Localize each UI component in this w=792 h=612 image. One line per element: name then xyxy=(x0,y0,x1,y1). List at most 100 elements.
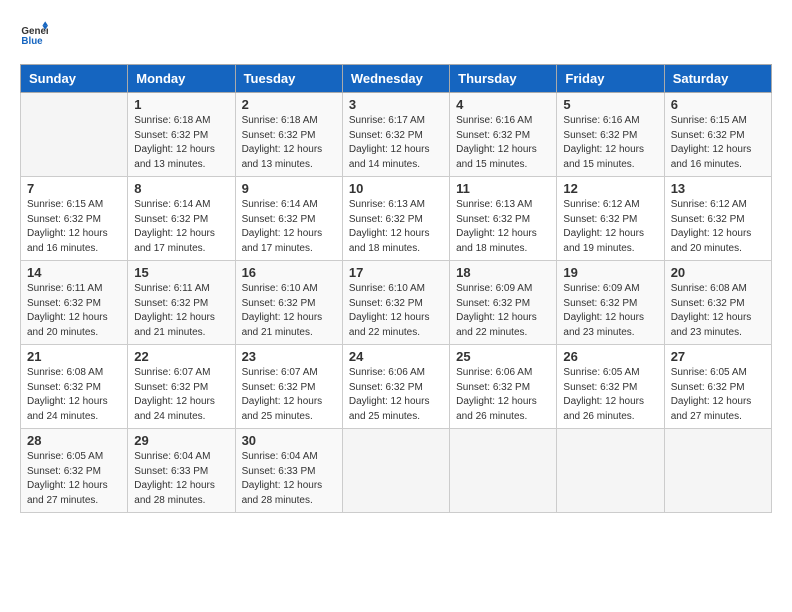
calendar-cell: 14 Sunrise: 6:11 AM Sunset: 6:32 PM Dayli… xyxy=(21,261,128,345)
svg-text:Blue: Blue xyxy=(21,36,43,47)
calendar-cell: 25Sunrise: 6:06 AM Sunset: 6:32 PM Dayli… xyxy=(450,345,557,429)
calendar-cell xyxy=(664,429,771,513)
day-number: 6 xyxy=(671,97,765,112)
day-number: 17 xyxy=(349,265,443,280)
day-number: 22 xyxy=(134,349,228,364)
day-info: Sunrise: 6:13 AM Sunset: 6:32 PM Dayligh… xyxy=(456,198,550,256)
day-number: 11 xyxy=(456,181,550,196)
day-info: Sunrise: 6:07 AM Sunset: 6:32 PM Dayligh… xyxy=(134,366,228,424)
day-number: 29 xyxy=(134,433,228,448)
day-info: Sunrise: 6:17 AM Sunset: 6:32 PM Dayligh… xyxy=(349,114,443,172)
day-number: 25 xyxy=(456,349,550,364)
day-info: Sunrise: 6:18 AM Sunset: 6:32 PM Dayligh… xyxy=(134,114,228,172)
col-header-friday: Friday xyxy=(557,65,664,93)
day-number: 16 xyxy=(242,265,336,280)
day-number: 19 xyxy=(563,265,657,280)
day-number: 18 xyxy=(456,265,550,280)
day-number: 24 xyxy=(349,349,443,364)
week-row-3: 14 Sunrise: 6:11 AM Sunset: 6:32 PM Dayli… xyxy=(21,261,772,345)
week-row-2: 7 Sunrise: 6:15 AM Sunset: 6:32 PM Daylig… xyxy=(21,177,772,261)
day-number: 30 xyxy=(242,433,336,448)
day-number: 1 xyxy=(134,97,228,112)
calendar-cell: 3 Sunrise: 6:17 AM Sunset: 6:32 PM Daylig… xyxy=(342,93,449,177)
col-header-tuesday: Tuesday xyxy=(235,65,342,93)
day-info: Sunrise: 6:12 AM Sunset: 6:32 PM Dayligh… xyxy=(671,198,765,256)
col-header-thursday: Thursday xyxy=(450,65,557,93)
day-number: 10 xyxy=(349,181,443,196)
day-info: Sunrise: 6:16 AM Sunset: 6:32 PM Dayligh… xyxy=(456,114,550,172)
day-info: Sunrise: 6:11 AM Sunset: 6:32 PM Dayligh… xyxy=(134,282,228,340)
page-header: General Blue xyxy=(20,20,772,48)
day-number: 8 xyxy=(134,181,228,196)
day-info: Sunrise: 6:09 AM Sunset: 6:32 PM Dayligh… xyxy=(563,282,657,340)
day-number: 9 xyxy=(242,181,336,196)
calendar-cell: 1 Sunrise: 6:18 AM Sunset: 6:32 PM Daylig… xyxy=(128,93,235,177)
day-info: Sunrise: 6:14 AM Sunset: 6:32 PM Dayligh… xyxy=(134,198,228,256)
logo: General Blue xyxy=(20,20,52,48)
calendar-cell: 28 Sunrise: 6:05 AM Sunset: 6:32 PM Dayli… xyxy=(21,429,128,513)
day-number: 7 xyxy=(27,181,121,196)
calendar-table: SundayMondayTuesdayWednesdayThursdayFrid… xyxy=(20,64,772,513)
day-number: 21 xyxy=(27,349,121,364)
calendar-cell: 27Sunrise: 6:05 AM Sunset: 6:32 PM Dayli… xyxy=(664,345,771,429)
day-info: Sunrise: 6:06 AM Sunset: 6:32 PM Dayligh… xyxy=(349,366,443,424)
header-row: SundayMondayTuesdayWednesdayThursdayFrid… xyxy=(21,65,772,93)
day-info: Sunrise: 6:10 AM Sunset: 6:32 PM Dayligh… xyxy=(242,282,336,340)
day-number: 2 xyxy=(242,97,336,112)
day-number: 4 xyxy=(456,97,550,112)
day-info: Sunrise: 6:04 AM Sunset: 6:33 PM Dayligh… xyxy=(134,450,228,508)
day-info: Sunrise: 6:14 AM Sunset: 6:32 PM Dayligh… xyxy=(242,198,336,256)
calendar-cell: 19 Sunrise: 6:09 AM Sunset: 6:32 PM Dayli… xyxy=(557,261,664,345)
logo-icon: General Blue xyxy=(20,20,48,48)
calendar-cell: 21 Sunrise: 6:08 AM Sunset: 6:32 PM Dayli… xyxy=(21,345,128,429)
day-number: 15 xyxy=(134,265,228,280)
day-number: 28 xyxy=(27,433,121,448)
calendar-cell: 2Sunrise: 6:18 AM Sunset: 6:32 PM Daylig… xyxy=(235,93,342,177)
day-number: 3 xyxy=(349,97,443,112)
day-number: 23 xyxy=(242,349,336,364)
calendar-cell xyxy=(21,93,128,177)
day-info: Sunrise: 6:13 AM Sunset: 6:32 PM Dayligh… xyxy=(349,198,443,256)
day-info: Sunrise: 6:05 AM Sunset: 6:32 PM Dayligh… xyxy=(563,366,657,424)
calendar-cell: 7 Sunrise: 6:15 AM Sunset: 6:32 PM Daylig… xyxy=(21,177,128,261)
calendar-cell: 24 Sunrise: 6:06 AM Sunset: 6:32 PM Dayli… xyxy=(342,345,449,429)
day-number: 27 xyxy=(671,349,765,364)
col-header-sunday: Sunday xyxy=(21,65,128,93)
day-number: 12 xyxy=(563,181,657,196)
day-info: Sunrise: 6:15 AM Sunset: 6:32 PM Dayligh… xyxy=(27,198,121,256)
calendar-cell: 23 Sunrise: 6:07 AM Sunset: 6:32 PM Dayli… xyxy=(235,345,342,429)
day-number: 5 xyxy=(563,97,657,112)
day-info: Sunrise: 6:07 AM Sunset: 6:32 PM Dayligh… xyxy=(242,366,336,424)
day-info: Sunrise: 6:09 AM Sunset: 6:32 PM Dayligh… xyxy=(456,282,550,340)
calendar-cell: 6 Sunrise: 6:15 AM Sunset: 6:32 PM Daylig… xyxy=(664,93,771,177)
calendar-cell: 29 Sunrise: 6:04 AM Sunset: 6:33 PM Dayli… xyxy=(128,429,235,513)
calendar-cell: 20Sunrise: 6:08 AM Sunset: 6:32 PM Dayli… xyxy=(664,261,771,345)
calendar-cell xyxy=(342,429,449,513)
col-header-wednesday: Wednesday xyxy=(342,65,449,93)
day-number: 14 xyxy=(27,265,121,280)
calendar-cell: 17 Sunrise: 6:10 AM Sunset: 6:32 PM Dayli… xyxy=(342,261,449,345)
day-info: Sunrise: 6:16 AM Sunset: 6:32 PM Dayligh… xyxy=(563,114,657,172)
day-info: Sunrise: 6:05 AM Sunset: 6:32 PM Dayligh… xyxy=(27,450,121,508)
calendar-cell: 5 Sunrise: 6:16 AM Sunset: 6:32 PM Daylig… xyxy=(557,93,664,177)
calendar-cell: 8 Sunrise: 6:14 AM Sunset: 6:32 PM Daylig… xyxy=(128,177,235,261)
col-header-saturday: Saturday xyxy=(664,65,771,93)
calendar-cell: 11 Sunrise: 6:13 AM Sunset: 6:32 PM Dayli… xyxy=(450,177,557,261)
calendar-cell xyxy=(450,429,557,513)
calendar-cell: 12 Sunrise: 6:12 AM Sunset: 6:32 PM Dayli… xyxy=(557,177,664,261)
calendar-cell: 30Sunrise: 6:04 AM Sunset: 6:33 PM Dayli… xyxy=(235,429,342,513)
day-info: Sunrise: 6:11 AM Sunset: 6:32 PM Dayligh… xyxy=(27,282,121,340)
day-info: Sunrise: 6:15 AM Sunset: 6:32 PM Dayligh… xyxy=(671,114,765,172)
day-info: Sunrise: 6:12 AM Sunset: 6:32 PM Dayligh… xyxy=(563,198,657,256)
day-info: Sunrise: 6:10 AM Sunset: 6:32 PM Dayligh… xyxy=(349,282,443,340)
calendar-cell: 4 Sunrise: 6:16 AM Sunset: 6:32 PM Daylig… xyxy=(450,93,557,177)
calendar-cell: 18 Sunrise: 6:09 AM Sunset: 6:32 PM Dayli… xyxy=(450,261,557,345)
calendar-cell: 15 Sunrise: 6:11 AM Sunset: 6:32 PM Dayli… xyxy=(128,261,235,345)
day-info: Sunrise: 6:08 AM Sunset: 6:32 PM Dayligh… xyxy=(27,366,121,424)
calendar-cell xyxy=(557,429,664,513)
week-row-5: 28 Sunrise: 6:05 AM Sunset: 6:32 PM Dayli… xyxy=(21,429,772,513)
day-number: 20 xyxy=(671,265,765,280)
col-header-monday: Monday xyxy=(128,65,235,93)
day-number: 26 xyxy=(563,349,657,364)
calendar-cell: 16 Sunrise: 6:10 AM Sunset: 6:32 PM Dayli… xyxy=(235,261,342,345)
